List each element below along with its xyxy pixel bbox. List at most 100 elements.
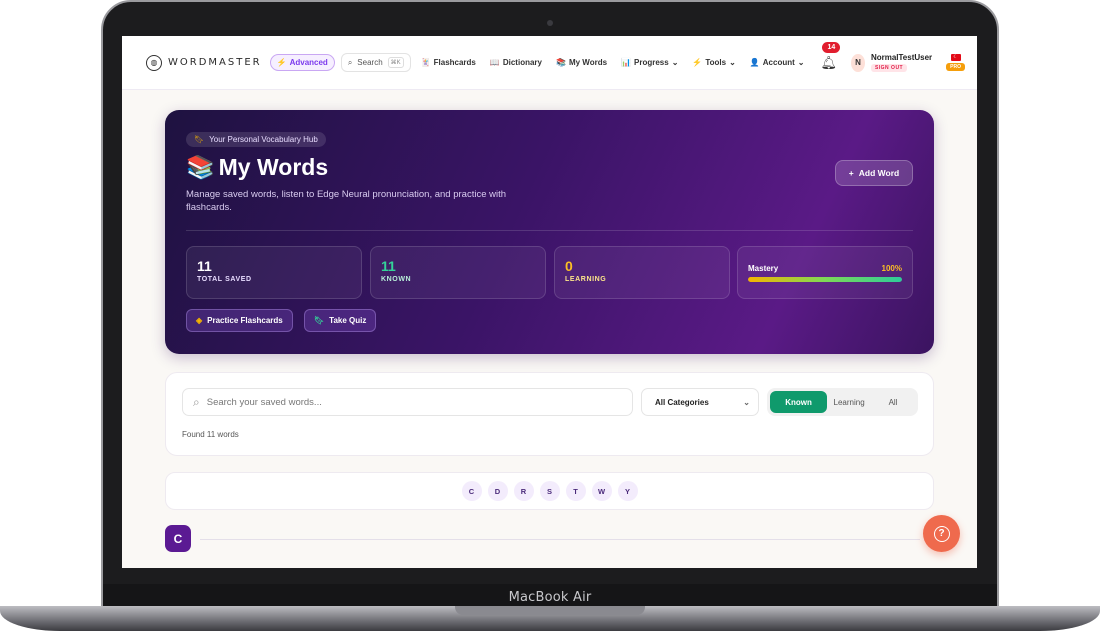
status-segmented-control: Known Learning All bbox=[767, 388, 918, 416]
plus-icon: + bbox=[848, 168, 854, 178]
webcam bbox=[547, 20, 553, 26]
bolt-icon: ⚡ bbox=[276, 58, 287, 67]
chevron-down-icon: ⌄ bbox=[671, 58, 679, 67]
nav-progress-label: Progress bbox=[634, 58, 669, 67]
chevron-down-icon: ⌄ bbox=[797, 58, 805, 67]
bolt-icon: ⚡ bbox=[692, 58, 703, 67]
practice-flashcards-label: Practice Flashcards bbox=[207, 316, 283, 325]
nav-flashcards-label: Flashcards bbox=[433, 58, 476, 67]
nav-account-label: Account bbox=[762, 58, 795, 67]
books-icon: 📚 bbox=[186, 154, 215, 180]
section-divider bbox=[200, 539, 920, 540]
mastery-progress-bar bbox=[748, 277, 902, 282]
section-letter-badge: C bbox=[165, 525, 191, 552]
nav-my-words[interactable]: 📚 My Words bbox=[556, 58, 607, 67]
letter-jump-r[interactable]: R bbox=[513, 481, 534, 501]
bookmark-icon: 🔖︎ bbox=[194, 135, 205, 144]
results-count: Found 11 words bbox=[182, 430, 239, 439]
category-select[interactable]: All Categories ⌄ bbox=[641, 388, 759, 416]
search-icon: ⌕ bbox=[347, 57, 353, 67]
books-icon: 📚 bbox=[555, 58, 566, 67]
category-select-value: All Categories bbox=[655, 397, 709, 407]
filter-card: ⌕ Search your saved words... All Categor… bbox=[165, 372, 934, 456]
user-icon: 👤 bbox=[749, 58, 760, 67]
nav-dictionary[interactable]: 📖 Dictionary bbox=[490, 58, 542, 67]
stat-learning: 0 LEARNING bbox=[554, 246, 730, 299]
mastery-row: Mastery 100% bbox=[748, 264, 902, 273]
notification-count-badge: 14 bbox=[822, 41, 841, 53]
laptop-notch bbox=[455, 606, 645, 615]
hero-panel: 🔖︎ Your Personal Vocabulary Hub 📚 My Wor… bbox=[165, 110, 934, 354]
book-icon: 📖 bbox=[489, 58, 500, 67]
layers-icon: ◈ bbox=[196, 316, 203, 325]
stat-known-label: KNOWN bbox=[381, 276, 412, 283]
mastery-progress-fill bbox=[748, 277, 902, 282]
bell-icon: 🔔︎ bbox=[820, 54, 837, 70]
search-icon: ⌕ bbox=[193, 394, 200, 409]
segment-learning[interactable]: Learning bbox=[827, 391, 871, 413]
search-placeholder: Search your saved words... bbox=[206, 396, 322, 408]
letter-jump-d[interactable]: D bbox=[487, 481, 508, 501]
segment-known[interactable]: Known bbox=[770, 391, 828, 413]
stat-learning-label: LEARNING bbox=[565, 276, 607, 283]
add-word-label: Add Word bbox=[858, 168, 900, 178]
search-shortcut: ⌘K bbox=[387, 57, 404, 68]
nav-progress[interactable]: 📊 Progress ⌄ bbox=[621, 58, 678, 67]
stat-learning-value: 0 bbox=[565, 258, 573, 274]
letter-index: C D R S T W Y bbox=[165, 472, 934, 510]
flag-icon[interactable]: ☾ bbox=[950, 54, 961, 61]
question-icon: ? bbox=[933, 525, 950, 542]
chart-icon: 📊 bbox=[621, 58, 631, 67]
nav-account[interactable]: 👤 Account ⌄ bbox=[750, 58, 805, 67]
top-nav: ◍ WORDMASTER ⚡ Advanced ⌕ Search ⌘K 🃏 Fl… bbox=[122, 36, 977, 90]
globe-icon: ◍ bbox=[146, 54, 162, 71]
flashcards-icon: 🃏 bbox=[420, 58, 431, 67]
stat-total-saved-label: TOTAL SAVED bbox=[197, 276, 252, 283]
user-menu: NormalTestUser SIGN OUT bbox=[870, 53, 933, 72]
brand-name: WORDMASTER bbox=[168, 57, 262, 68]
brand-logo[interactable]: ◍ WORDMASTER bbox=[146, 54, 262, 71]
pro-badge: PRO bbox=[946, 63, 965, 71]
letter-jump-y[interactable]: Y bbox=[617, 481, 638, 501]
saved-words-search-input[interactable]: ⌕ Search your saved words... bbox=[182, 388, 633, 416]
nav-tools-label: Tools bbox=[705, 58, 727, 67]
letter-jump-s[interactable]: S bbox=[539, 481, 560, 501]
letter-jump-t[interactable]: T bbox=[565, 481, 586, 501]
mastery-value: 100% bbox=[881, 264, 902, 273]
sign-out-button[interactable]: SIGN OUT bbox=[870, 64, 908, 72]
nav-dictionary-label: Dictionary bbox=[502, 58, 542, 67]
stat-total-saved: 11 TOTAL SAVED bbox=[186, 246, 362, 299]
hero-tag-label: Your Personal Vocabulary Hub bbox=[209, 135, 318, 144]
notifications-button[interactable]: 🔔︎ 14 bbox=[820, 41, 841, 72]
segment-all[interactable]: All bbox=[871, 391, 915, 413]
hero-divider bbox=[186, 230, 913, 231]
bookmark-icon: 🔖︎ bbox=[314, 316, 325, 325]
add-word-button[interactable]: + Add Word bbox=[835, 160, 913, 186]
hero-tag: 🔖︎ Your Personal Vocabulary Hub bbox=[186, 132, 326, 147]
letter-jump-c[interactable]: C bbox=[461, 481, 482, 501]
device-label: MacBook Air bbox=[508, 589, 592, 605]
mastery-label: Mastery bbox=[748, 264, 779, 273]
avatar[interactable]: N bbox=[851, 53, 865, 72]
nav-tools[interactable]: ⚡ Tools ⌄ bbox=[692, 58, 735, 67]
username: NormalTestUser bbox=[870, 53, 933, 62]
nav-search-label: Search bbox=[357, 58, 383, 67]
page-description: Manage saved words, listen to Edge Neura… bbox=[186, 189, 507, 213]
take-quiz-label: Take Quiz bbox=[329, 316, 367, 325]
help-button[interactable]: ? bbox=[923, 515, 960, 552]
stat-known: 11 KNOWN bbox=[370, 246, 546, 299]
page-title-text: My Words bbox=[218, 154, 329, 180]
nav-my-words-label: My Words bbox=[568, 58, 608, 67]
nav-flashcards[interactable]: 🃏 Flashcards bbox=[421, 58, 476, 67]
take-quiz-button[interactable]: 🔖︎ Take Quiz bbox=[304, 309, 377, 332]
stat-mastery: Mastery 100% bbox=[737, 246, 913, 299]
screen: ◍ WORDMASTER ⚡ Advanced ⌕ Search ⌘K 🃏 Fl… bbox=[122, 36, 977, 568]
stat-known-value: 11 bbox=[381, 258, 396, 274]
nav-search-button[interactable]: ⌕ Search ⌘K bbox=[340, 53, 411, 72]
level-badge-label: Advanced bbox=[289, 58, 328, 67]
page-title: 📚 My Words bbox=[186, 154, 328, 181]
level-badge[interactable]: ⚡ Advanced bbox=[269, 54, 335, 71]
practice-flashcards-button[interactable]: ◈ Practice Flashcards bbox=[186, 309, 293, 332]
language-plan: ☾ PRO bbox=[946, 54, 965, 71]
letter-jump-w[interactable]: W bbox=[591, 481, 612, 501]
